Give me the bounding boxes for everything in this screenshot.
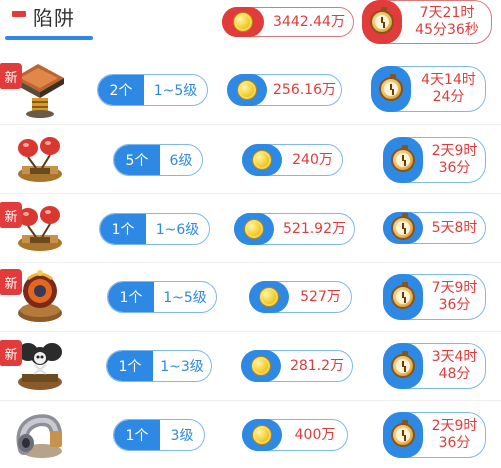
stopwatch-icon (391, 145, 415, 172)
new-badge: 新 (0, 202, 22, 228)
trap-count: 2个 (98, 75, 144, 105)
gold-coin-icon (252, 425, 272, 445)
title-marker (12, 11, 26, 17)
trap-row: 新 1个 1~5级 527万 7天9时 36分 (0, 263, 501, 331)
gold-coin-icon (251, 356, 271, 376)
time-badge (371, 66, 411, 112)
trap-levels: 1~6级 (155, 222, 200, 238)
stopwatch-icon (379, 74, 403, 101)
header: 陷阱 3442.44万 7天21时 45分36秒 (0, 0, 501, 58)
count-level-pill: 1个 1~3级 (106, 350, 212, 382)
page-title: 陷阱 (33, 6, 75, 30)
gold-coin-icon (252, 150, 272, 170)
trap-levels: 3级 (170, 428, 194, 444)
cost-badge (241, 350, 281, 382)
time-badge (383, 412, 423, 458)
pipe-trap-image (6, 403, 70, 465)
trap-levels: 1~3级 (160, 359, 204, 375)
trap-row: 5个 6级 240万 2天9时 36分 (0, 125, 501, 193)
trap-cost: 400万 (294, 426, 336, 443)
gold-coin-icon (259, 287, 279, 307)
time-pill: 2天9时 36分 (383, 412, 486, 458)
trap-cost: 527万 (300, 288, 341, 305)
count-level-pill: 2个 1~5级 (97, 74, 208, 106)
trap-cost: 521.92万 (283, 220, 346, 237)
trap-row: 新 1个 1~6级 521.92万 5天8时 (0, 194, 501, 262)
trap-time: 2天9时 36分 (431, 143, 478, 176)
trap-levels: 1~5级 (163, 290, 207, 306)
trap-row: 新 1个 1~3级 281.2万 3天4时 48分 (0, 332, 501, 400)
new-badge: 新 (0, 63, 22, 89)
trap-levels: 1~5级 (153, 83, 198, 99)
air-bomb-image (6, 128, 70, 190)
cost-pill: 281.2万 (241, 350, 353, 382)
stopwatch-icon (391, 420, 415, 447)
trap-row: 1个 3级 400万 2天9时 36分 (0, 401, 501, 468)
cost-pill: 400万 (242, 419, 348, 451)
trap-count: 1个 (107, 351, 153, 381)
time-badge (383, 274, 423, 320)
trap-row: 新 2个 1~5级 256.16万 4天14时 24分 (0, 56, 501, 124)
title-underline (5, 36, 93, 40)
trap-cost: 256.16万 (273, 81, 336, 98)
stopwatch-icon (391, 282, 415, 309)
total-cost-badge (222, 7, 264, 37)
total-time-value: 7天21时 45分36秒 (415, 5, 479, 38)
cost-badge (249, 281, 289, 313)
count-level-pill: 1个 3级 (113, 419, 205, 451)
trap-count: 1个 (100, 214, 146, 244)
gold-coin-icon (237, 80, 257, 100)
new-badge: 新 (0, 340, 22, 366)
count-level-pill: 1个 1~6级 (99, 213, 210, 245)
time-pill: 2天9时 36分 (383, 137, 486, 183)
trap-cost: 281.2万 (289, 357, 345, 374)
trap-cost: 240万 (292, 151, 333, 168)
total-cost-value: 3442.44万 (273, 13, 345, 30)
stopwatch-icon (391, 351, 415, 378)
trap-levels: 6级 (169, 153, 193, 169)
trap-time: 2天9时 36分 (431, 418, 478, 451)
time-pill: 3天4时 48分 (383, 343, 486, 389)
stopwatch-icon (370, 7, 394, 34)
cost-badge (234, 213, 274, 245)
count-level-pill: 5个 6级 (113, 144, 203, 176)
trap-time: 7天9时 36分 (431, 280, 478, 313)
time-badge (383, 137, 423, 183)
total-cost-pill: 3442.44万 (222, 7, 354, 37)
stopwatch-icon (391, 213, 415, 240)
total-time-pill: 7天21时 45分36秒 (362, 0, 492, 44)
cost-badge (227, 74, 267, 106)
cost-pill: 256.16万 (227, 74, 342, 106)
cost-pill: 240万 (242, 144, 343, 176)
time-pill: 5天8时 (383, 212, 486, 244)
time-badge (383, 212, 423, 244)
cost-badge (242, 419, 282, 451)
trap-count: 1个 (114, 420, 160, 450)
total-time-badge (362, 0, 402, 44)
gold-coin-icon (244, 219, 264, 239)
trap-count: 1个 (108, 282, 154, 312)
cost-badge (242, 144, 282, 176)
time-pill: 7天9时 36分 (383, 274, 486, 320)
trap-time: 5天8时 (431, 219, 478, 236)
cost-pill: 527万 (249, 281, 352, 313)
cost-pill: 521.92万 (234, 213, 355, 245)
count-level-pill: 1个 1~5级 (107, 281, 217, 313)
time-badge (383, 343, 423, 389)
gold-coin-icon (233, 12, 253, 32)
trap-count: 5个 (114, 145, 160, 175)
trap-time: 4天14时 24分 (421, 72, 476, 105)
trap-time: 3天4时 48分 (431, 349, 478, 382)
time-pill: 4天14时 24分 (371, 66, 486, 112)
new-badge: 新 (0, 269, 22, 295)
